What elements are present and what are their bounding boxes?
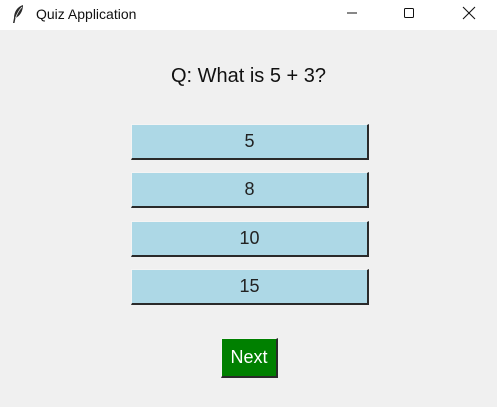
window-title: Quiz Application bbox=[36, 6, 137, 22]
next-button[interactable]: Next bbox=[221, 338, 278, 378]
quiz-window: Quiz Application Q: What is 5 + 3? 5 8 1… bbox=[0, 0, 497, 407]
option-button-2[interactable]: 8 bbox=[131, 172, 369, 208]
minimize-button[interactable] bbox=[329, 0, 375, 30]
option-button-1[interactable]: 5 bbox=[131, 124, 369, 160]
option-button-4[interactable]: 15 bbox=[131, 269, 369, 305]
title-bar[interactable]: Quiz Application bbox=[0, 0, 497, 30]
close-icon bbox=[462, 6, 476, 25]
quiz-content: Q: What is 5 + 3? 5 8 10 15 Next bbox=[0, 30, 497, 407]
question-label: Q: What is 5 + 3? bbox=[170, 65, 327, 87]
maximize-icon bbox=[403, 6, 415, 24]
maximize-button[interactable] bbox=[386, 0, 432, 30]
feather-icon bbox=[11, 4, 25, 24]
close-button[interactable] bbox=[446, 0, 492, 30]
option-button-3[interactable]: 10 bbox=[131, 221, 369, 257]
minimize-icon bbox=[346, 6, 358, 24]
